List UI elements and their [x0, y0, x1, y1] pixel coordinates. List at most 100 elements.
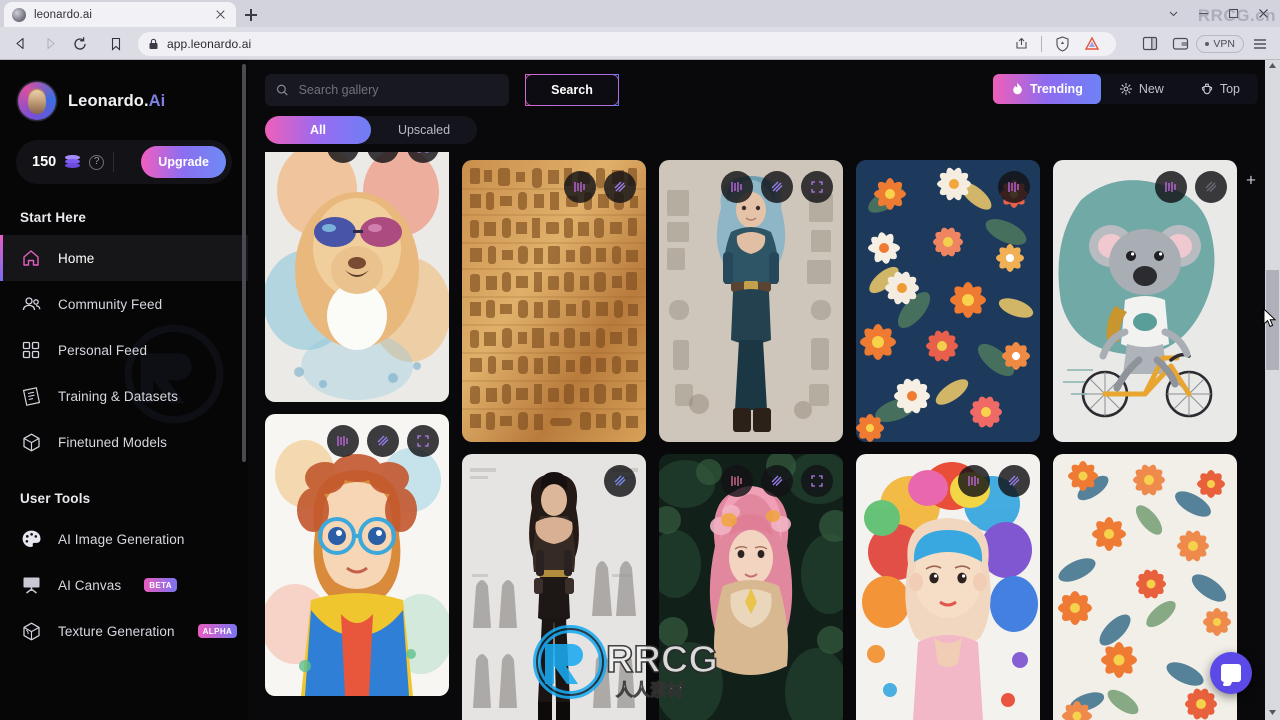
- card-actions: [327, 152, 439, 163]
- chevron-down-icon[interactable]: [1158, 1, 1188, 27]
- gallery-card-dark-haired-warrior-character-sheet[interactable]: [462, 454, 646, 720]
- sidebar-panel-icon[interactable]: [1136, 31, 1164, 57]
- gallery-card-blue-haired-fantasy-warrior[interactable]: [659, 160, 843, 442]
- close-icon[interactable]: [213, 7, 228, 22]
- credits-panel: 150 ? Upgrade: [16, 140, 232, 184]
- brave-wallet-icon[interactable]: [1166, 31, 1194, 57]
- gallery-card-colorful-girl-with-glasses[interactable]: [265, 414, 449, 696]
- close-icon[interactable]: [1248, 1, 1278, 27]
- fullscreen-icon[interactable]: [407, 152, 439, 163]
- remix-icon[interactable]: [998, 171, 1030, 203]
- vpn-toggle[interactable]: VPN: [1196, 34, 1244, 53]
- tab-upscaled[interactable]: Upscaled: [371, 116, 477, 144]
- brave-leo-icon[interactable]: [1078, 31, 1106, 57]
- question-mark-icon[interactable]: ?: [89, 154, 105, 170]
- scroll-down-arrow[interactable]: [1265, 705, 1280, 720]
- search-input[interactable]: [298, 83, 498, 97]
- card-actions: [1155, 171, 1227, 203]
- reload-icon[interactable]: [66, 31, 94, 57]
- sidebar-item-texture-generation[interactable]: Texture Generation ALPHA: [0, 608, 248, 654]
- sidebar-item-training-datasets[interactable]: Training & Datasets: [0, 373, 248, 419]
- gallery-column: [462, 160, 646, 720]
- remix-icon[interactable]: [564, 171, 596, 203]
- tab-trending[interactable]: Trending: [993, 74, 1101, 104]
- gallery-card-orange-floral-pattern[interactable]: [856, 160, 1040, 442]
- vpn-status-dot: [1205, 41, 1210, 46]
- omnibox-actions: [1007, 31, 1106, 57]
- sort-tabs: Trending New Top: [993, 74, 1258, 104]
- fullscreen-icon[interactable]: [407, 425, 439, 457]
- variations-icon[interactable]: [604, 171, 636, 203]
- browser-tab[interactable]: leonardo.ai: [4, 2, 236, 27]
- brand-name: Leonardo.Ai: [68, 92, 165, 111]
- tab-title: leonardo.ai: [34, 8, 93, 21]
- back-arrow-icon[interactable]: [6, 31, 34, 57]
- palette-icon: [20, 528, 42, 550]
- tab-new[interactable]: New: [1101, 74, 1182, 104]
- fullscreen-icon[interactable]: [801, 465, 833, 497]
- sidebar-item-finetuned-models[interactable]: Finetuned Models: [0, 419, 248, 465]
- hamburger-menu-icon[interactable]: [1246, 31, 1274, 57]
- page-scrollbar[interactable]: [1265, 58, 1280, 720]
- gallery-card-pink-haired-elf-portrait[interactable]: [659, 454, 843, 720]
- gallery-card-koala-riding-bicycle[interactable]: [1053, 160, 1237, 442]
- sidebar-item-home[interactable]: Home: [0, 235, 248, 281]
- gallery-card-orange-blue-floral-pattern[interactable]: [1053, 454, 1237, 720]
- upgrade-button[interactable]: Upgrade: [141, 146, 226, 178]
- address-bar[interactable]: app.leonardo.ai: [138, 31, 1117, 57]
- share-icon[interactable]: [1007, 31, 1035, 57]
- card-actions: [721, 171, 833, 203]
- plus-icon[interactable]: [240, 4, 262, 26]
- card-actions: [998, 171, 1030, 203]
- tab-strip: leonardo.ai: [0, 0, 1280, 27]
- tab-top[interactable]: Top: [1182, 74, 1258, 104]
- remix-icon[interactable]: [721, 465, 753, 497]
- sidebar-item-personal-feed[interactable]: Personal Feed: [0, 327, 248, 373]
- token-coins-icon: [65, 154, 81, 170]
- sidebar-item-label: Community Feed: [58, 296, 163, 312]
- variations-icon[interactable]: [367, 152, 399, 163]
- sidebar-scrollbar[interactable]: [242, 64, 246, 462]
- scroll-up-arrow[interactable]: [1265, 58, 1280, 73]
- search-button[interactable]: Search: [525, 74, 619, 106]
- badge-beta: BETA: [144, 578, 177, 592]
- sidebar-item-community-feed[interactable]: Community Feed: [0, 281, 248, 327]
- remix-icon[interactable]: [327, 425, 359, 457]
- gallery-card-watercolor-lion-with-sunglasses[interactable]: [265, 152, 449, 402]
- search-field[interactable]: [265, 74, 509, 106]
- app-sidebar: Leonardo.Ai 150 ? Upgrade Start Here Hom…: [0, 60, 248, 720]
- tab-label: New: [1138, 82, 1164, 96]
- fullscreen-icon[interactable]: [801, 171, 833, 203]
- minimize-icon[interactable]: [1188, 1, 1218, 27]
- remix-icon[interactable]: [327, 152, 359, 163]
- variations-icon[interactable]: [761, 465, 793, 497]
- sidebar-item-ai-image-generation[interactable]: AI Image Generation: [0, 516, 248, 562]
- remix-icon[interactable]: [958, 465, 990, 497]
- trophy-icon: [1201, 83, 1212, 95]
- scrollbar-thumb[interactable]: [1266, 270, 1279, 370]
- brand-name-suffix: Ai: [148, 91, 166, 110]
- variations-icon[interactable]: [367, 425, 399, 457]
- texture-cube-icon: [20, 620, 42, 642]
- brave-shields-icon[interactable]: [1048, 31, 1076, 57]
- remix-icon[interactable]: [1155, 171, 1187, 203]
- sidebar-item-label: Texture Generation: [58, 623, 175, 639]
- gallery-card-egyptian-hieroglyphs-panel[interactable]: [462, 160, 646, 442]
- gallery-column: [856, 160, 1040, 720]
- brand[interactable]: Leonardo.Ai: [0, 60, 248, 120]
- intercom-chat-button[interactable]: [1210, 652, 1252, 694]
- variations-icon[interactable]: [604, 465, 636, 497]
- sidebar-section-title: User Tools: [20, 491, 91, 506]
- bookmark-icon[interactable]: [102, 31, 130, 57]
- flame-icon: [1013, 82, 1022, 95]
- remix-icon[interactable]: [721, 171, 753, 203]
- variations-icon[interactable]: [761, 171, 793, 203]
- gallery-card-rainbow-hair-woman-portrait[interactable]: [856, 454, 1040, 720]
- personal-feed-icon: [20, 339, 42, 361]
- tab-all[interactable]: All: [265, 116, 371, 144]
- variations-icon[interactable]: [998, 465, 1030, 497]
- variations-icon[interactable]: [1195, 171, 1227, 203]
- maximize-icon[interactable]: [1218, 1, 1248, 27]
- sidebar-item-ai-canvas[interactable]: AI Canvas BETA: [0, 562, 248, 608]
- browser-chrome: leonardo.ai app.leonardo.ai VPN: [0, 0, 1280, 60]
